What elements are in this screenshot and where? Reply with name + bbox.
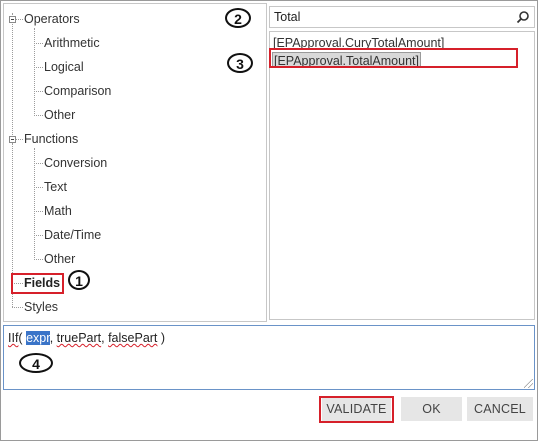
tree-connector — [34, 43, 43, 44]
search-input[interactable] — [274, 9, 504, 25]
expression-open-paren: ( — [18, 331, 27, 345]
tree-node-datetime[interactable]: Date/Time — [44, 227, 101, 243]
tree-connector — [34, 187, 43, 188]
tree-connector — [12, 13, 13, 139]
search-icon[interactable] — [516, 10, 530, 24]
tree-connector — [34, 91, 43, 92]
expression-close-paren: ) — [157, 331, 166, 345]
tree-connector — [34, 148, 35, 260]
expression-function: IIf — [8, 331, 19, 345]
cancel-button[interactable]: CANCEL — [467, 397, 533, 421]
tree-node-math[interactable]: Math — [44, 203, 72, 219]
tree-connector — [16, 19, 23, 20]
tree-connector — [34, 115, 43, 116]
expression-selected-arg: expr — [26, 331, 50, 345]
expression-editor[interactable]: IIf( expr, truePart, falsePart ) — [3, 325, 535, 390]
fields-list: [EPApproval.CuryTotalAmount] [EPApproval… — [269, 31, 535, 320]
selected-field-highlight-box — [269, 48, 518, 68]
callout-4: 4 — [19, 353, 53, 373]
resize-grip-icon[interactable] — [524, 379, 533, 388]
validate-highlight-box — [319, 396, 394, 423]
field-search-box[interactable] — [269, 6, 535, 28]
tree-node-logical[interactable]: Logical — [44, 59, 84, 75]
tree-connector — [34, 235, 43, 236]
tree-connector — [16, 139, 23, 140]
callout-2: 2 — [225, 8, 251, 28]
callout-1: 1 — [68, 270, 90, 290]
expression-arg-true: truePart — [56, 331, 102, 345]
expression-text[interactable]: IIf( expr, truePart, falsePart ) — [8, 331, 165, 345]
tree-node-comparison[interactable]: Comparison — [44, 83, 111, 99]
expression-arg-false: falsePart — [108, 331, 158, 345]
tree-node-operators[interactable]: Operators — [24, 11, 80, 27]
tree-connector — [34, 67, 43, 68]
expression-separator: , — [49, 331, 57, 345]
tree-node-styles[interactable]: Styles — [24, 299, 58, 315]
tree-node-functions[interactable]: Functions — [24, 131, 78, 147]
tree-connector — [34, 163, 43, 164]
tree-connector — [34, 211, 43, 212]
callout-3: 3 — [227, 53, 253, 73]
collapse-toggle-operators[interactable] — [9, 16, 16, 23]
fields-highlight-box — [11, 273, 64, 294]
tree-node-functions-other[interactable]: Other — [44, 251, 75, 267]
collapse-toggle-functions[interactable] — [9, 136, 16, 143]
ok-button[interactable]: OK — [401, 397, 462, 421]
tree-node-text[interactable]: Text — [44, 179, 67, 195]
tree-node-conversion[interactable]: Conversion — [44, 155, 107, 171]
tree-node-operators-other[interactable]: Other — [44, 107, 75, 123]
tree-node-arithmetic[interactable]: Arithmetic — [44, 35, 100, 51]
tree-connector — [34, 259, 43, 260]
tree-connector — [34, 28, 35, 116]
tree-connector — [12, 307, 23, 308]
